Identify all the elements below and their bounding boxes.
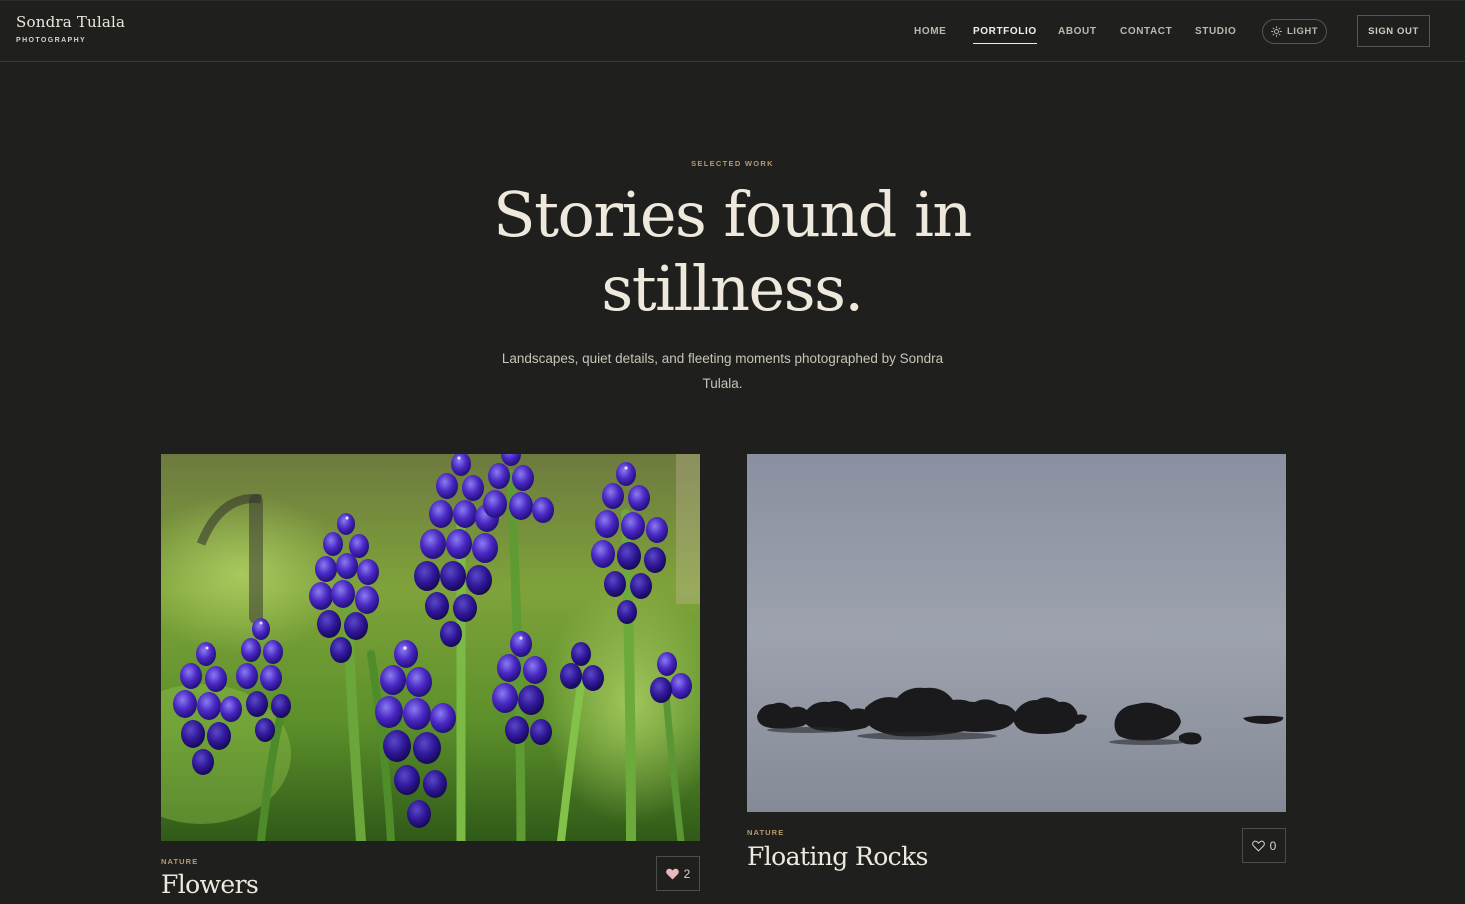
photo-flowers[interactable] xyxy=(161,454,700,841)
heart-icon xyxy=(665,868,679,879)
like-count: 0 xyxy=(1269,838,1277,853)
brand-logo[interactable]: Sondra Tulala PHOTOGRAPHY xyxy=(16,13,125,44)
card-category: NATURE xyxy=(161,857,199,866)
hero-title: Stories found in stillness. xyxy=(432,178,1032,326)
theme-toggle-button[interactable]: LIGHT xyxy=(1262,19,1327,44)
hero-eyebrow: SELECTED WORK xyxy=(691,159,774,168)
gallery-card-floating-rocks: NATURE Floating Rocks 0 xyxy=(747,454,1286,871)
nav-portfolio[interactable]: PORTFOLIO xyxy=(973,26,1037,44)
site-header: Sondra Tulala PHOTOGRAPHY HOME PORTFOLIO… xyxy=(0,0,1465,62)
sun-icon xyxy=(1271,26,1282,37)
heart-icon xyxy=(1251,840,1265,852)
sign-out-button[interactable]: SIGN OUT xyxy=(1357,15,1430,47)
like-count: 2 xyxy=(683,866,691,881)
brand-tagline: PHOTOGRAPHY xyxy=(16,37,87,44)
hero-subtitle: Landscapes, quiet details, and fleeting … xyxy=(501,351,944,391)
nav-studio[interactable]: STUDIO xyxy=(1195,26,1236,37)
nav-contact[interactable]: CONTACT xyxy=(1120,26,1172,37)
nav-about[interactable]: ABOUT xyxy=(1058,26,1097,37)
like-button[interactable]: 2 xyxy=(656,856,700,891)
hero-title-line-2: stillness. xyxy=(601,252,864,325)
brand-name: Sondra Tulala xyxy=(16,13,126,31)
nav-home[interactable]: HOME xyxy=(914,26,946,37)
card-category: NATURE xyxy=(747,828,785,837)
card-title[interactable]: Floating Rocks xyxy=(747,842,928,871)
theme-toggle-label: LIGHT xyxy=(1287,26,1318,37)
card-title[interactable]: Flowers xyxy=(161,870,259,899)
like-button[interactable]: 0 xyxy=(1242,828,1286,863)
hero-title-line-1: Stories found in xyxy=(493,178,972,251)
photo-floating-rocks[interactable] xyxy=(747,454,1286,812)
gallery-card-flowers: NATURE Flowers 2 xyxy=(161,454,700,899)
